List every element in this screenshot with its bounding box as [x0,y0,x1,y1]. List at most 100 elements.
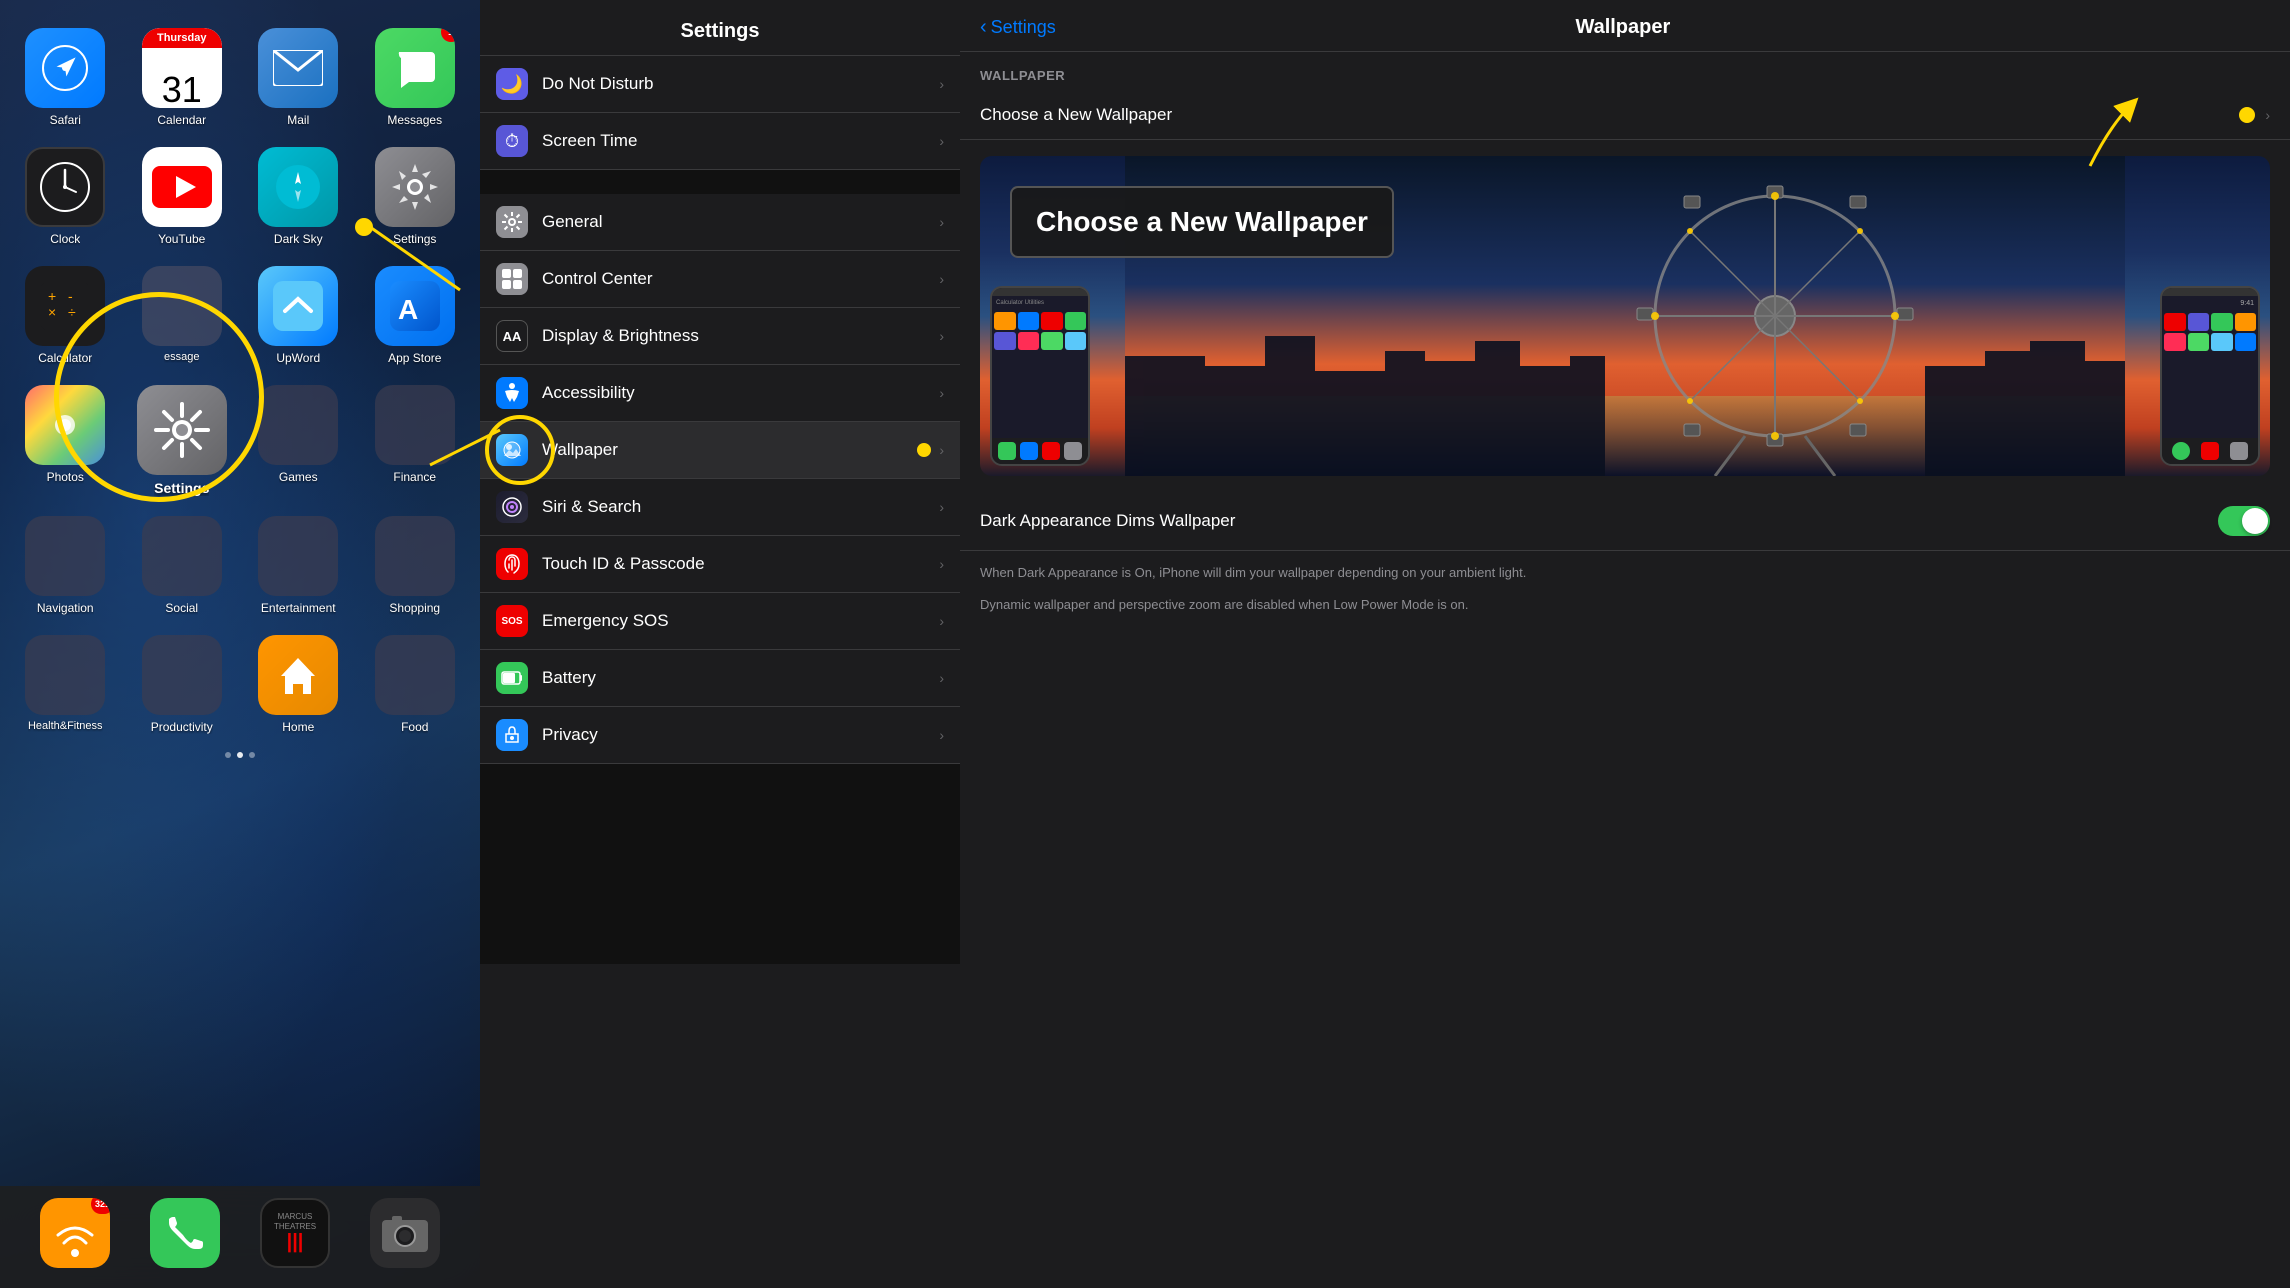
general-icon [496,206,528,238]
touchid-label: Touch ID & Passcode [542,554,939,574]
safari-icon [25,28,105,108]
app-calendar[interactable]: Thursday 31 Calendar [132,28,233,127]
dock-wifi[interactable]: 321 [40,1198,110,1268]
app-photos[interactable]: Photos [15,385,116,496]
app-youtube[interactable]: YouTube [132,147,233,246]
battery-label: Battery [542,668,939,688]
messages-icon: 1 [375,28,455,108]
touchid-chevron: › [939,556,944,572]
app-calculator[interactable]: +-×÷ Calculator [15,266,116,365]
svg-text:÷: ÷ [68,304,76,320]
games-icon [258,385,338,465]
app-food[interactable]: Food [365,635,466,734]
dock-wifi-icon: 321 [40,1198,110,1268]
app-shopping[interactable]: Shopping [365,516,466,615]
photos-label: Photos [47,470,84,484]
app-finance[interactable]: Finance [365,385,466,496]
dock-camera[interactable] [370,1198,440,1268]
app-games[interactable]: Games [248,385,349,496]
settings-panel-title: Settings [681,20,760,42]
games-label: Games [279,470,318,484]
home-label: Home [282,720,314,734]
calculator-icon: +-×÷ [25,266,105,346]
app-folder1[interactable]: essage [132,266,233,365]
social-icon [142,516,222,596]
choose-yellow-dot [2239,107,2255,123]
food-icon [375,635,455,715]
app-grid-row6: Health&Fitness Productivity Home [10,625,470,744]
iphone-content: Safari Thursday 31 Calendar Mail [0,0,480,1288]
safari-label: Safari [50,113,81,127]
display-icon: AA [496,320,528,352]
app-appstore[interactable]: A App Store [365,266,466,365]
mini-phone-left: Calculator Utilities [990,286,1090,466]
app-safari[interactable]: Safari [15,28,116,127]
app-entertainment[interactable]: Entertainment [248,516,349,615]
settings-row-privacy[interactable]: Privacy › [480,707,960,764]
app-clock[interactable]: Clock [15,147,116,246]
battery-chevron: › [939,670,944,686]
settings-row-general[interactable]: General › [480,194,960,251]
navigation-icon [25,516,105,596]
svg-text:×: × [48,304,56,320]
health-icon [25,635,105,715]
settings-row-siri[interactable]: Siri & Search › [480,479,960,536]
wallpaper-back-button[interactable]: ‹ Settings [980,16,1056,39]
dark-appearance-toggle[interactable] [2218,506,2270,536]
app-navigation[interactable]: Navigation [15,516,116,615]
app-productivity[interactable]: Productivity [132,635,233,734]
wallpaper-choose-row[interactable]: Choose a New Wallpaper › [960,91,2290,140]
upword-label: UpWord [276,351,320,365]
wallpaper-title: Wallpaper [1056,16,2190,39]
siri-chevron: › [939,499,944,515]
app-health[interactable]: Health&Fitness [15,635,116,734]
settings-row-screentime[interactable]: ⏱ Screen Time › [480,113,960,170]
svg-text:+: + [48,288,56,304]
choose-tooltip-text: Choose a New Wallpaper [1036,206,1368,237]
privacy-chevron: › [939,727,944,743]
mini-phone-right: 9:41 [2160,286,2260,466]
app-settings-main[interactable]: Settings [132,385,233,496]
appstore-label: App Store [388,351,441,365]
dock-phone[interactable] [150,1198,220,1268]
app-home[interactable]: Home [248,635,349,734]
social-label: Social [165,601,198,615]
emergency-chevron: › [939,613,944,629]
app-settings-row2[interactable]: Settings [365,147,466,246]
accessibility-icon [496,377,528,409]
siri-label: Siri & Search [542,497,939,517]
screentime-icon: ⏱ [496,125,528,157]
battery-icon [496,662,528,694]
shopping-icon [375,516,455,596]
settings-row-accessibility[interactable]: Accessibility › [480,365,960,422]
dark-appearance-row: Dark Appearance Dims Wallpaper [960,492,2290,551]
wallpaper-desc1-text: When Dark Appearance is On, iPhone will … [980,563,2270,583]
dock: 321 MARCUSTHEATRES ||| [0,1186,480,1288]
clock-label: Clock [50,232,80,246]
settings-row-emergency[interactable]: SOS Emergency SOS › [480,593,960,650]
home-icon [258,635,338,715]
app-darksky[interactable]: Dark Sky [248,147,349,246]
app-messages[interactable]: 1 Messages [365,28,466,127]
iphone-screen: Safari Thursday 31 Calendar Mail [0,0,480,1288]
page-dot-2 [237,752,243,758]
settings-row-touchid[interactable]: Touch ID & Passcode › [480,536,960,593]
entertainment-icon [258,516,338,596]
settings-row-wallpaper[interactable]: Wallpaper › [480,422,960,479]
app-grid-row1: Safari Thursday 31 Calendar Mail [10,18,470,137]
settings-header: Settings [480,0,960,56]
wallpaper-chevron: › [939,442,944,458]
wallpaper-nav: ‹ Settings Wallpaper [960,0,2290,52]
dock-theatre[interactable]: MARCUSTHEATRES ||| [260,1198,330,1268]
settings-row-donotdisturb[interactable]: 🌙 Do Not Disturb › [480,56,960,113]
appstore-icon: A [375,266,455,346]
app-social[interactable]: Social [132,516,233,615]
app-mail[interactable]: Mail [248,28,349,127]
settings-row-controlcenter[interactable]: Control Center › [480,251,960,308]
touchid-icon [496,548,528,580]
settings-row-battery[interactable]: Battery › [480,650,960,707]
settings-row-display[interactable]: AA Display & Brightness › [480,308,960,365]
app-upword[interactable]: UpWord [248,266,349,365]
settings-label-row2: Settings [393,232,436,246]
siri-icon [496,491,528,523]
